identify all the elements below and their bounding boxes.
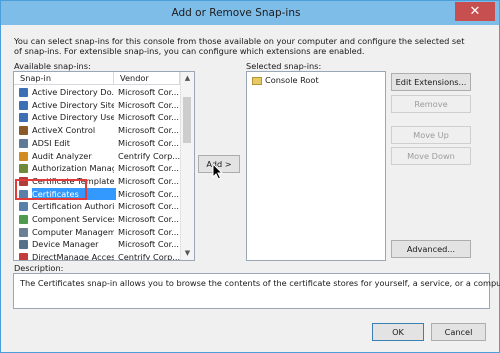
ad-icon [19, 88, 28, 97]
selected-item-console-root[interactable]: Console Root [247, 74, 385, 87]
snapin-vendor: Microsoft Cor... [118, 112, 180, 123]
computer-icon [19, 227, 28, 237]
snapin-vendor: Microsoft Cor... [118, 175, 180, 186]
description-text: The Certificates snap-in allows you to b… [20, 278, 500, 288]
selected-item-label: Console Root [265, 75, 319, 85]
column-header-snapin[interactable]: Snap-in [14, 72, 114, 85]
snapin-row[interactable]: Computer Managem... Microsoft Cor... [14, 226, 180, 239]
remove-button[interactable]: Remove [391, 95, 471, 113]
snapin-row[interactable]: ADSI Edit Microsoft Cor... [14, 137, 180, 150]
certificates-highlight-box [15, 179, 87, 200]
scroll-down-icon[interactable]: ▼ [181, 247, 194, 260]
snapin-vendor: Microsoft Cor... [118, 239, 180, 250]
device-icon [19, 240, 28, 250]
available-snapins-list[interactable]: Snap-in Vendor Active Directory Do... Mic… [13, 71, 195, 261]
snapin-name: Component Services [32, 214, 114, 224]
move-up-button[interactable]: Move Up [391, 126, 471, 144]
component-icon [19, 215, 28, 224]
activex-icon [19, 126, 28, 136]
snapin-row[interactable]: DirectManage Acces... Centrify Corp... [14, 251, 180, 261]
audit-icon [19, 151, 28, 161]
cancel-button[interactable]: Cancel [431, 323, 486, 341]
snapin-vendor: Microsoft Cor... [118, 137, 180, 148]
snapin-row[interactable]: Audit Analyzer Centrify Corp... [14, 150, 180, 163]
snapin-row[interactable]: Component Services Microsoft Cor... [14, 213, 180, 226]
ad-users-icon [19, 113, 28, 123]
snapin-row[interactable]: Active Directory Do... Microsoft Cor... [14, 86, 180, 99]
selected-snapins-list[interactable]: Console Root [246, 71, 386, 261]
snapin-vendor: Microsoft Cor... [118, 188, 180, 199]
scroll-up-icon[interactable]: ▲ [181, 72, 194, 85]
snapin-vendor: Centrify Corp... [118, 150, 180, 161]
snapin-name: DirectManage Acces... [32, 252, 114, 261]
snapin-name: Device Manager [32, 239, 99, 250]
snapin-name: Computer Managem... [32, 226, 114, 237]
snapin-name: Active Directory Site... [32, 99, 114, 110]
snapin-vendor: Microsoft Cor... [118, 214, 180, 224]
snapin-row[interactable]: Active Directory Use... Microsoft Cor... [14, 111, 180, 124]
snapin-row[interactable]: Active Directory Site... Microsoft Cor... [14, 99, 180, 112]
snapin-vendor: Microsoft Cor... [118, 201, 180, 212]
title-bar[interactable]: Add or Remove Snap-ins ✕ [1, 1, 499, 25]
snapin-name: ActiveX Control [32, 125, 96, 136]
snapin-row[interactable]: Authorization Manager Microsoft Cor... [14, 162, 180, 175]
snapin-name: Audit Analyzer [32, 150, 92, 161]
column-header-vendor[interactable]: Vendor [114, 72, 180, 85]
snapin-vendor: Microsoft Cor... [118, 87, 180, 97]
snapin-vendor: Microsoft Cor... [118, 163, 180, 174]
description-box: The Certificates snap-in allows you to b… [13, 273, 500, 309]
snapin-vendor: Centrify Corp... [118, 252, 180, 261]
folder-icon [252, 77, 262, 85]
snapin-name: Active Directory Do... [32, 87, 114, 97]
snapin-vendor: Microsoft Cor... [118, 99, 180, 110]
available-snapins-label: Available snap-ins: [14, 61, 91, 71]
directmanage-icon [19, 253, 28, 260]
dialog-window: Add or Remove Snap-ins ✕ You can select … [0, 0, 500, 353]
authz-icon [19, 164, 28, 174]
description-label: Description: [14, 263, 64, 273]
snapin-row[interactable]: Certification Authority Microsoft Cor... [14, 200, 180, 213]
snapin-name: ADSI Edit [32, 137, 70, 148]
selected-snapins-label: Selected snap-ins: [246, 61, 322, 71]
ok-button[interactable]: OK [372, 323, 424, 341]
available-list-scrollbar[interactable]: ▲ ▼ [180, 72, 194, 260]
snapin-name: Authorization Manager [32, 163, 114, 174]
snapin-name: Active Directory Use... [32, 112, 114, 123]
adsi-icon [19, 138, 28, 148]
intro-text: You can select snap-ins for this console… [14, 36, 465, 56]
snapin-vendor: Microsoft Cor... [118, 226, 180, 237]
ad-sites-icon [19, 100, 28, 110]
advanced-button[interactable]: Advanced... [391, 240, 471, 258]
snapin-row[interactable]: Device Manager Microsoft Cor... [14, 238, 180, 251]
close-icon[interactable]: ✕ [455, 2, 495, 21]
ca-icon [19, 202, 28, 212]
scroll-thumb[interactable] [183, 97, 191, 143]
edit-extensions-button[interactable]: Edit Extensions... [391, 73, 471, 91]
snapin-name: Certification Authority [32, 201, 114, 212]
snapin-vendor: Microsoft Cor... [118, 125, 180, 136]
move-down-button[interactable]: Move Down [391, 147, 471, 165]
mouse-cursor-icon [212, 163, 224, 180]
snapin-row[interactable]: ActiveX Control Microsoft Cor... [14, 124, 180, 137]
dialog-title: Add or Remove Snap-ins [171, 7, 301, 19]
